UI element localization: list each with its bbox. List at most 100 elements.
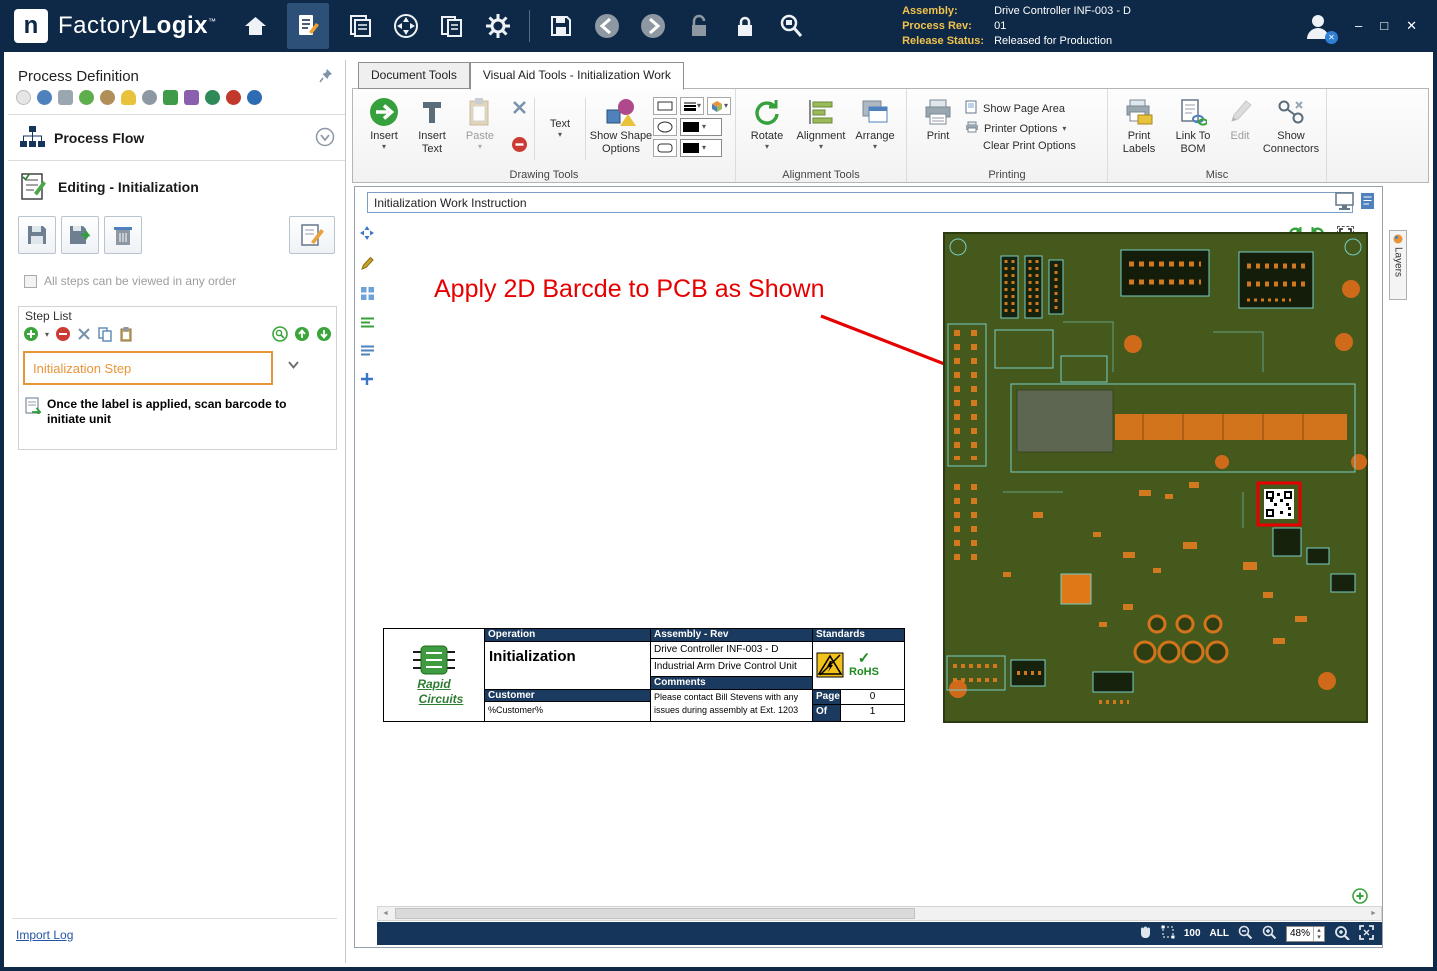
assign-icon[interactable] [163,90,178,105]
import-log-link[interactable]: Import Log [16,928,73,942]
cut-step-icon[interactable] [77,327,91,344]
show-connectors-button[interactable]: Show Connectors [1260,92,1322,164]
discard-button[interactable] [104,216,142,254]
rounded-rect-shape-button[interactable] [653,139,677,157]
edit-button[interactable]: Edit [1220,92,1260,164]
select-mode-icon[interactable] [1161,925,1175,942]
scroll-right-icon[interactable]: ► [1366,907,1381,920]
back-icon[interactable] [592,8,622,44]
save-process-button[interactable] [18,216,56,254]
pin-icon[interactable] [319,68,333,86]
rectangle-shape-button[interactable] [653,97,677,115]
delete-shape-icon[interactable] [512,100,527,120]
print-flow-icon[interactable] [58,90,73,105]
stage-icon[interactable] [184,90,199,105]
remove-all-icon[interactable] [511,136,528,158]
zoom-selection-icon[interactable] [1334,925,1350,943]
audit-search-icon[interactable] [776,8,806,44]
pan-mode-icon[interactable] [1138,925,1152,942]
scrollbar-thumb[interactable] [395,908,915,919]
insert-text-button[interactable]: Insert Text [411,92,453,164]
zoom-level-spinner[interactable]: 48% ▴▾ [1286,926,1325,942]
sync-icon[interactable] [79,90,94,105]
arrange-button[interactable]: Arrange ▾ [848,92,902,164]
add-step-icon[interactable] [23,326,39,345]
add-circle-icon[interactable] [16,90,31,105]
draw-tool-icon[interactable] [360,256,374,276]
pawn-icon[interactable] [121,90,136,105]
anchor-tool-icon[interactable] [360,372,374,391]
zoom-out-icon[interactable] [1238,925,1253,942]
step-search-icon[interactable] [272,326,288,345]
pan-tool-icon[interactable] [359,225,375,246]
show-shape-options-button[interactable]: Show Shape Options [589,92,653,164]
save-icon[interactable] [546,8,576,44]
layout-lines-tool-icon[interactable] [360,344,375,362]
sign-off-button[interactable] [289,216,335,254]
line-color-select[interactable]: ▾ [680,118,722,136]
home-icon[interactable] [241,8,271,44]
tab-visual-aid-tools[interactable]: Visual Aid Tools - Initialization Work [470,62,684,90]
zoom-100-button[interactable]: 100 [1184,928,1201,939]
web-icon[interactable] [37,90,52,105]
shape-3d-button[interactable]: ▾ [707,97,731,115]
canvas-annotation-text[interactable]: Apply 2D Barcde to PCB as Shown [434,275,824,304]
line-style-button[interactable]: ▾ [680,97,704,115]
unlock-icon[interactable] [684,8,714,44]
record-icon[interactable] [226,90,241,105]
minimize-button[interactable]: – [1355,18,1362,34]
remove-step-icon[interactable] [55,326,71,345]
alignment-button[interactable]: Alignment ▾ [794,92,848,164]
process-editor-icon[interactable] [287,3,329,49]
zoom-all-button[interactable]: ALL [1210,928,1229,939]
link-to-bom-button[interactable]: Link To BOM [1166,92,1220,164]
production-icon[interactable] [345,8,375,44]
step-item-initialization[interactable]: Initialization Step [23,351,273,385]
lock-icon[interactable] [730,8,760,44]
show-page-area-button[interactable]: Show Page Area [965,100,1103,117]
any-order-checkbox[interactable] [24,275,37,288]
document-title-input[interactable]: Initialization Work Instruction [367,192,1353,213]
save-import-button[interactable] [61,216,99,254]
preview-monitor-icon[interactable] [1335,192,1354,215]
align-lines-tool-icon[interactable] [360,316,375,334]
pcb-image[interactable] [943,232,1368,723]
navigator-icon[interactable] [391,8,421,44]
tab-document-tools[interactable]: Document Tools [358,62,470,89]
layers-tab[interactable]: Layers [1389,230,1407,300]
paste-step-icon[interactable] [119,326,133,345]
move-step-up-icon[interactable] [294,326,310,345]
horizontal-scrollbar[interactable]: ◄ ► [377,906,1382,921]
copy-step-icon[interactable] [97,326,113,345]
expand-chevron-icon[interactable] [315,127,335,150]
fit-page-icon[interactable] [1359,925,1374,943]
printer-options-button[interactable]: Printer Options ▾ [965,121,1103,136]
target-icon[interactable] [247,90,262,105]
reports-icon[interactable] [437,8,467,44]
edit-document-icon[interactable] [1360,192,1377,216]
settings-gear-icon[interactable] [483,8,513,44]
maximize-button[interactable]: □ [1380,18,1388,34]
person-icon[interactable] [142,90,157,105]
zoom-spin-up-icon[interactable]: ▴ [1314,927,1324,934]
forward-icon[interactable] [638,8,668,44]
zoom-in-icon[interactable] [1262,925,1277,942]
text-button[interactable]: Text ▾ [538,92,582,164]
user-account-icon[interactable]: ✕ [1303,11,1333,41]
move-step-down-icon[interactable] [316,326,332,345]
process-flow-row[interactable]: Process Flow [8,116,345,160]
zoom-spin-down-icon[interactable]: ▾ [1314,934,1324,941]
close-button[interactable]: ✕ [1406,18,1417,34]
print-labels-button[interactable]: Print Labels [1112,92,1166,164]
print-button[interactable]: Print [911,92,965,164]
grid-tool-icon[interactable] [360,286,375,306]
rotate-button[interactable]: Rotate ▾ [740,92,794,164]
add-step-caret-icon[interactable]: ▾ [45,332,49,338]
operator-icon[interactable] [100,90,115,105]
clear-print-options-button[interactable]: Clear Print Options [965,140,1103,152]
step-collapse-chevron-icon[interactable] [287,359,300,373]
insert-button[interactable]: Insert ▾ [357,92,411,164]
scroll-left-icon[interactable]: ◄ [378,907,393,920]
paste-button[interactable]: Paste ▾ [453,92,507,164]
ellipse-shape-button[interactable] [653,118,677,136]
